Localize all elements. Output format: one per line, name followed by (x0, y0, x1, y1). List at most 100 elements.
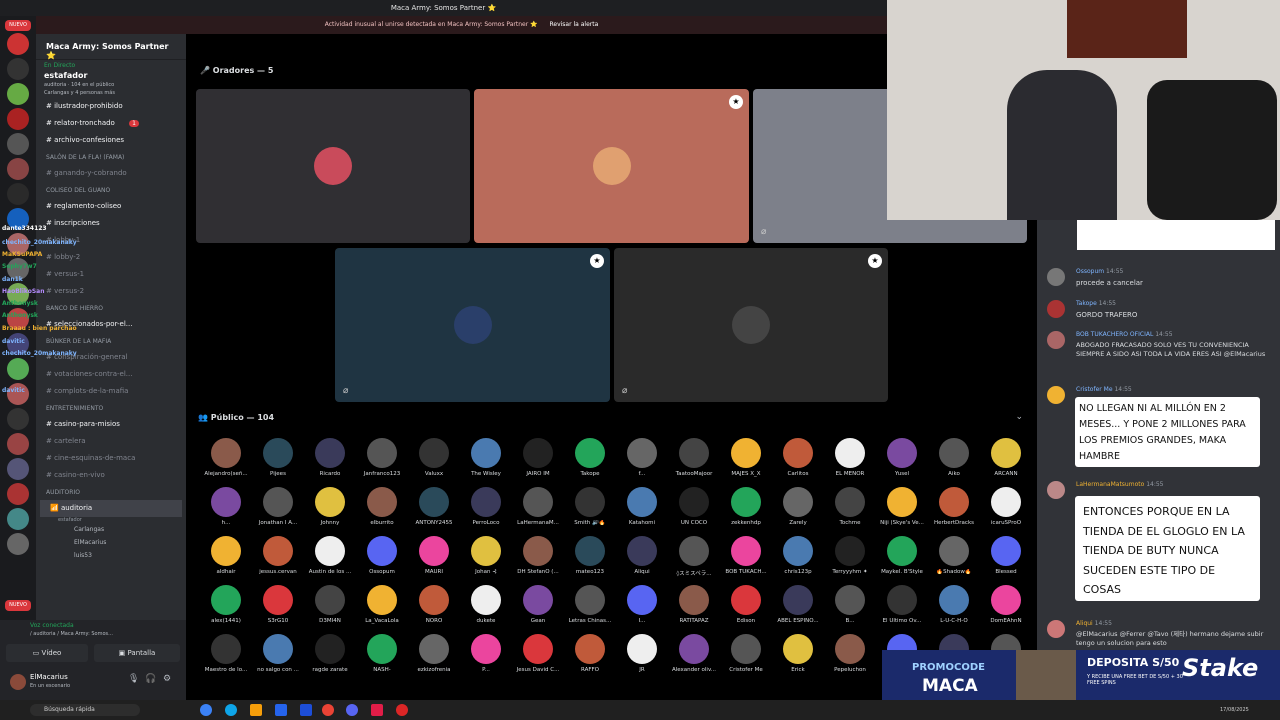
audience-member[interactable]: Letras Chinas... (564, 585, 616, 624)
search-input[interactable]: Búsqueda rápida (30, 704, 140, 716)
audience-member[interactable]: B... (824, 585, 876, 624)
audience-member[interactable]: Jesus David C... (512, 634, 564, 673)
audience-member[interactable]: Takope (564, 438, 616, 477)
audience-member[interactable]: Edison (720, 585, 772, 624)
audience-member[interactable]: f... (616, 438, 668, 477)
server-icon[interactable] (7, 508, 29, 530)
app-icon[interactable] (275, 704, 287, 716)
audience-member[interactable]: jessus.cervan (252, 536, 304, 575)
audience-member[interactable]: ezkizofrenia (408, 634, 460, 673)
audience-member[interactable]: EL MENOR (824, 438, 876, 477)
audience-member[interactable]: Pepeluchon (824, 634, 876, 673)
server-icon[interactable] (7, 158, 29, 180)
server-icon[interactable] (7, 358, 29, 380)
app-icon[interactable] (396, 704, 408, 716)
category-coliseo[interactable]: COLISEO DEL GUANO (36, 182, 186, 198)
speaker-tile[interactable] (196, 89, 470, 243)
audience-member[interactable]: S3rG10 (252, 585, 304, 624)
screen-share-button[interactable]: ▣ Pantalla (94, 644, 180, 662)
audience-member[interactable]: 🔥Shadow🔥 (928, 536, 980, 575)
audience-member[interactable]: RATITAPAZ (668, 585, 720, 624)
audience-member[interactable]: zekkenhdp (720, 487, 772, 526)
channel-item[interactable]: # cartelera (36, 433, 186, 450)
server-icon[interactable] (7, 483, 29, 505)
audience-member[interactable]: chris123p (772, 536, 824, 575)
channel-item[interactable]: # versus-2 (36, 283, 186, 300)
category-banco[interactable]: BANCO DE HIERRO (36, 300, 186, 316)
audience-member[interactable]: PerroLoco (460, 487, 512, 526)
audience-member[interactable]: El Ultimo Ov... (876, 585, 928, 624)
app-icon[interactable] (300, 704, 312, 716)
audience-member[interactable]: mateo123 (564, 536, 616, 575)
server-icon[interactable] (7, 183, 29, 205)
audience-member[interactable]: h... (200, 487, 252, 526)
audience-member[interactable]: MAURI (408, 536, 460, 575)
chevron-down-icon[interactable]: ⌄ (1015, 412, 1023, 422)
discord-icon[interactable] (346, 704, 358, 716)
audience-member[interactable]: ANTONY2455 (408, 487, 460, 526)
channel-item[interactable]: # lobby-2 (36, 249, 186, 266)
channel-item[interactable]: # casino-en-vivo (36, 467, 186, 484)
category-entretenimiento[interactable]: ENTRETENIMIENTO (36, 400, 186, 416)
audience-member[interactable]: Aliqui (616, 536, 668, 575)
audience-member[interactable]: Johan ⊰ (460, 536, 512, 575)
app-icon[interactable] (250, 704, 262, 716)
audience-member[interactable]: Smith 🔊🔥 (564, 487, 616, 526)
live-stage-name[interactable]: estafador (36, 71, 186, 80)
audience-member[interactable]: ◊スミスペラ... (668, 536, 720, 577)
video-button[interactable]: ▭ Vídeo (6, 644, 88, 662)
server-icon[interactable] (7, 133, 29, 155)
headphones-icon[interactable]: 🎧 (145, 674, 156, 684)
audience-member[interactable]: Yusel (876, 438, 928, 477)
audience-member[interactable]: NORO (408, 585, 460, 624)
audience-member[interactable]: aldhair (200, 536, 252, 575)
audience-member[interactable]: BOB TUKACH... (720, 536, 772, 575)
audience-member[interactable]: JR (616, 634, 668, 673)
audience-member[interactable]: TaatooMajoor (668, 438, 720, 477)
app-icon[interactable] (225, 704, 237, 716)
server-icon[interactable] (7, 108, 29, 130)
audience-member[interactable]: I... (616, 585, 668, 624)
audience-member[interactable]: Gean (512, 585, 564, 624)
mic-icon[interactable]: 🎙 (128, 674, 139, 684)
speaker-tile[interactable]: ★ ⌀ (614, 248, 888, 402)
audience-member[interactable]: Janfranco123 (356, 438, 408, 477)
audience-member[interactable]: ragde zarate (304, 634, 356, 673)
app-icon[interactable] (200, 704, 212, 716)
channel-item[interactable]: # votaciones-contra-el... (36, 366, 186, 383)
avatar[interactable] (10, 674, 26, 690)
voice-user[interactable]: Carlangas (36, 523, 186, 533)
audience-member[interactable]: Ricardo (304, 438, 356, 477)
audience-member[interactable]: Katahomi (616, 487, 668, 526)
audience-member[interactable]: Tochme (824, 487, 876, 526)
server-name[interactable]: Maca Army: Somos Partner ⭐ (36, 34, 186, 60)
channel-item[interactable]: # inscripciones (36, 215, 186, 232)
audience-member[interactable]: alex(1441) (200, 585, 252, 624)
audience-member[interactable]: L-U-C-H-O (928, 585, 980, 624)
audience-member[interactable]: JAIRO IM (512, 438, 564, 477)
audience-member[interactable]: Zarely (772, 487, 824, 526)
audience-member[interactable]: Maykel. B'Style (876, 536, 928, 575)
audience-member[interactable]: Johnny (304, 487, 356, 526)
server-icon[interactable] (7, 433, 29, 455)
audience-member[interactable]: DH StefanO (... (512, 536, 564, 575)
audience-member[interactable]: Ossopum (356, 536, 408, 575)
channel-ilustrador[interactable]: # ilustrador-prohibido (36, 98, 186, 115)
channel-item[interactable]: # cine-esquinas-de-maca (36, 450, 186, 467)
audience-member[interactable]: Blessed (980, 536, 1032, 575)
audience-member[interactable]: The Wisley (460, 438, 512, 477)
server-icon[interactable] (7, 58, 29, 80)
audience-member[interactable]: P... (460, 634, 512, 673)
voice-channel-auditoria[interactable]: 📶 auditoria (40, 500, 182, 517)
channel-item[interactable]: # ganando-y-cobrando (36, 165, 186, 182)
audience-member[interactable]: RAFFO (564, 634, 616, 673)
audience-member[interactable]: D3MI4N (304, 585, 356, 624)
server-icon[interactable] (7, 458, 29, 480)
gear-icon[interactable]: ⚙ (163, 674, 171, 684)
audience-member[interactable]: Niji (Skye's Ve... (876, 487, 928, 526)
audience-member[interactable]: UN COCO (668, 487, 720, 526)
audience-member[interactable]: Terryyyhm ✦ (824, 536, 876, 575)
server-icon[interactable] (7, 33, 29, 55)
audience-member[interactable]: Austin de los ... (304, 536, 356, 575)
server-icon[interactable] (7, 83, 29, 105)
